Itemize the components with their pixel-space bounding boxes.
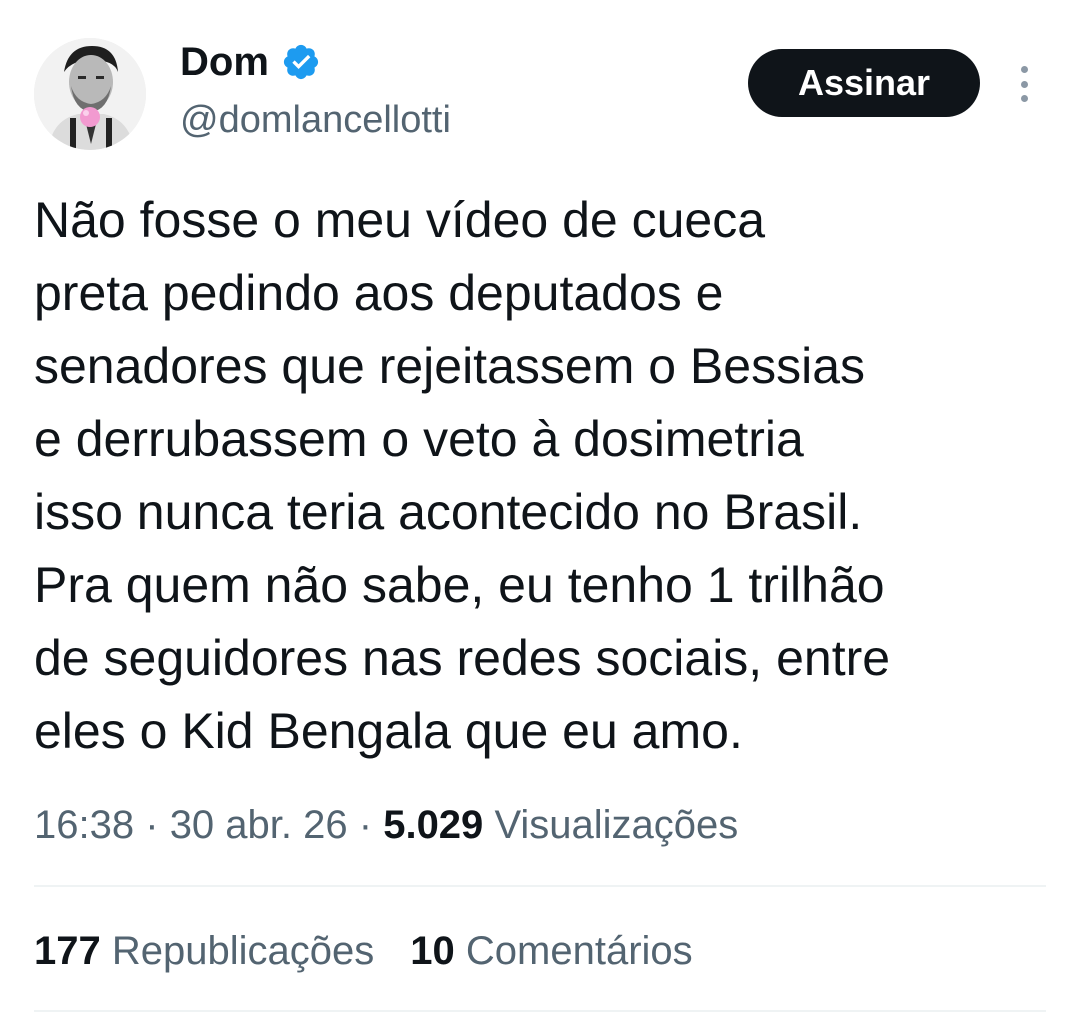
- avatar-photo: [34, 38, 146, 150]
- author-name-row: Dom: [180, 40, 321, 84]
- meta-separator: ·: [358, 803, 373, 847]
- tweet-text-line: e derrubassem o veto à dosimetria: [34, 411, 804, 467]
- more-options-button[interactable]: [1008, 60, 1040, 108]
- tweet-detail: Dom @domlancellotti Assinar Não fosse o …: [0, 0, 1080, 1022]
- views-count: 5.029: [383, 803, 484, 847]
- more-vertical-icon-dot: [1020, 80, 1028, 88]
- divider: [34, 885, 1046, 887]
- reposts-stat[interactable]: 177 Republicações: [34, 926, 374, 976]
- tweet-text-line: senadores que rejeitassem o Bessias: [34, 338, 866, 394]
- author-avatar[interactable]: [34, 38, 146, 150]
- author-handle[interactable]: @domlancellotti: [180, 98, 451, 142]
- verified-badge-icon: [281, 42, 321, 82]
- tweet-meta: 16:38 · 30 abr. 26 · 5.029 Visualizações: [34, 800, 738, 850]
- views-label: Visualizações: [494, 803, 739, 847]
- author-display-name[interactable]: Dom: [180, 40, 269, 84]
- tweet-text-line: de seguidores nas redes sociais, entre: [34, 630, 891, 686]
- comments-label: Comentários: [465, 929, 693, 973]
- tweet-text-line: Não fosse o meu vídeo de cueca: [34, 192, 766, 248]
- tweet-date[interactable]: 30 abr. 26: [170, 803, 348, 847]
- reposts-count: 177: [34, 929, 101, 973]
- comments-count: 10: [410, 929, 455, 973]
- more-vertical-icon-dot: [1020, 95, 1028, 102]
- tweet-text-line: Pra quem não sabe, eu tenho 1 trilhão: [34, 557, 885, 613]
- tweet-text-line: isso nunca teria acontecido no Brasil.: [34, 484, 863, 540]
- more-vertical-icon: [1020, 66, 1028, 73]
- comments-stat[interactable]: 10 Comentários: [410, 926, 692, 976]
- divider: [34, 1010, 1046, 1012]
- tweet-text: Não fosse o meu vídeo de cueca preta ped…: [34, 184, 1064, 768]
- tweet-text-line: eles o Kid Bengala que eu amo.: [34, 703, 743, 759]
- meta-separator: ·: [145, 803, 159, 847]
- tweet-stats: 177 Republicações 10 Comentários: [34, 926, 693, 976]
- reposts-label: Republicações: [111, 929, 375, 973]
- tweet-text-line: preta pedindo aos deputados e: [34, 265, 724, 321]
- subscribe-button[interactable]: Assinar: [748, 49, 980, 117]
- tweet-time[interactable]: 16:38: [34, 803, 134, 847]
